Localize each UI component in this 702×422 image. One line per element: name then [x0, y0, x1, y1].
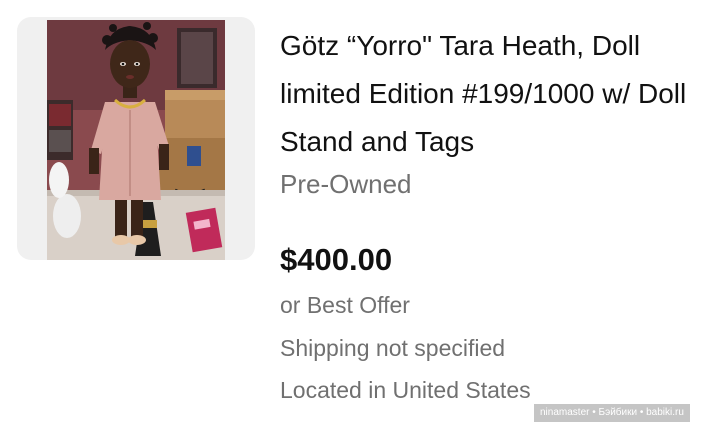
listing-details: Götz “Yorro" Tara Heath, Doll limited Ed…: [280, 0, 702, 422]
listing-price: $400.00: [280, 242, 393, 277]
shipping-label: Shipping not specified: [280, 335, 506, 361]
listing-title[interactable]: Götz “Yorro" Tara Heath, Doll limited Ed…: [280, 22, 702, 166]
best-offer-label: or Best Offer: [280, 292, 410, 318]
condition-label: Pre-Owned: [280, 169, 412, 199]
location-label: Located in United States: [280, 377, 531, 403]
watermark: ninamaster • Бэйбики • babiki.ru: [534, 404, 690, 422]
listing-item[interactable]: Götz “Yorro" Tara Heath, Doll limited Ed…: [0, 0, 702, 422]
listing-thumbnail[interactable]: [17, 17, 255, 260]
doll-photo: [47, 20, 225, 260]
